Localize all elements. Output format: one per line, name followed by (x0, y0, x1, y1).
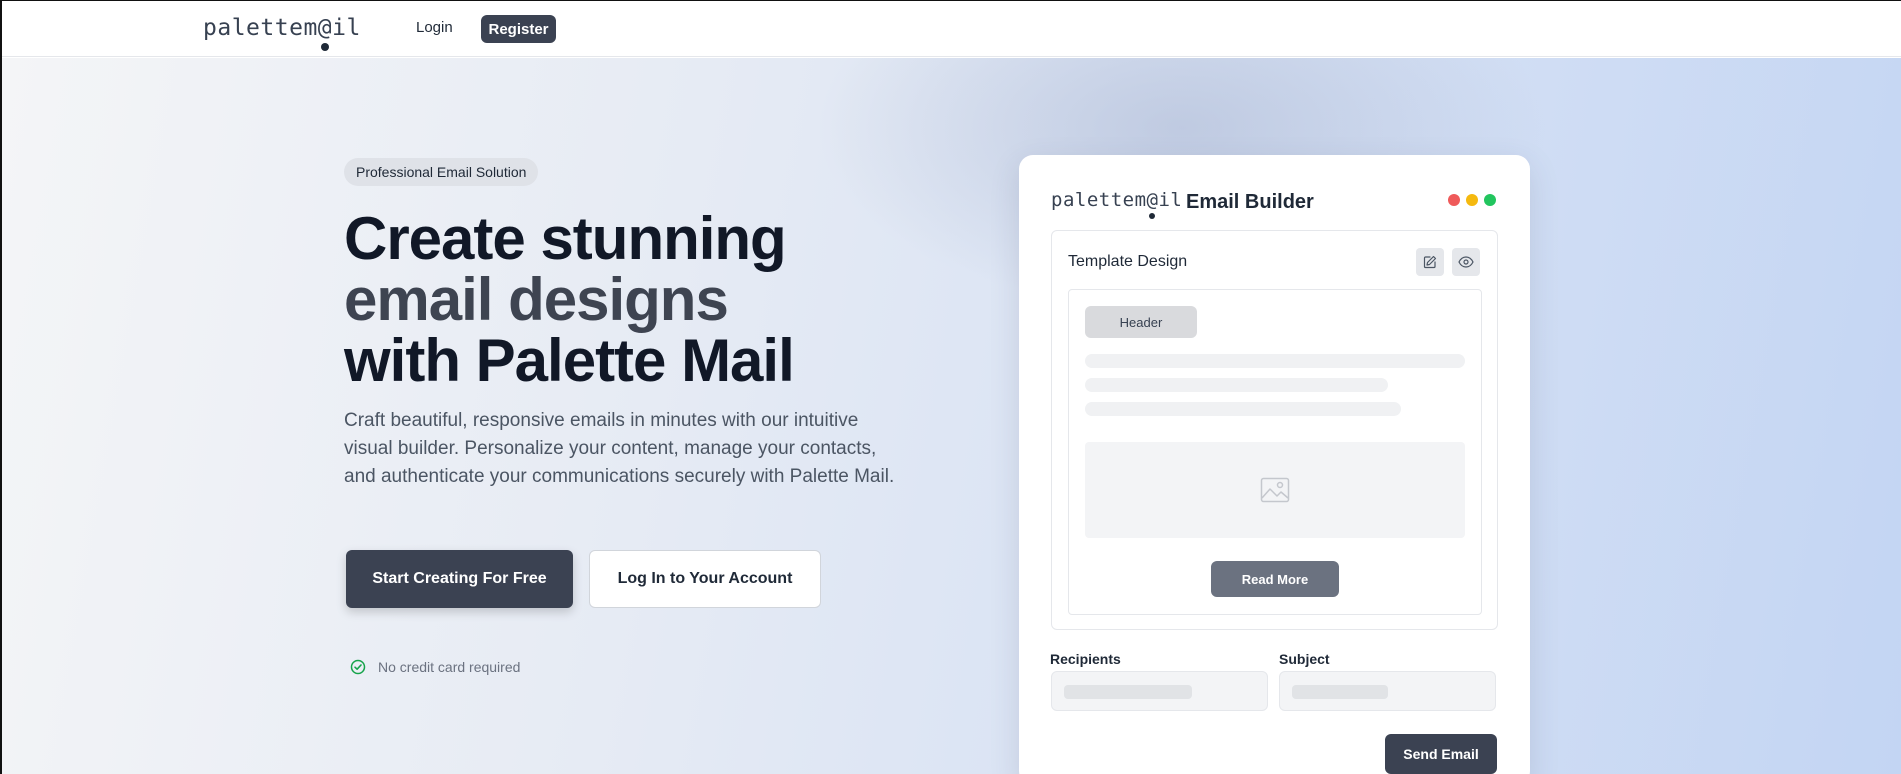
hero-section (2, 58, 1901, 774)
headline-line-3: with Palette Mail (344, 327, 795, 394)
recipients-placeholder-bar (1064, 685, 1192, 699)
text-placeholder-line (1085, 378, 1388, 392)
hero-badge: Professional Email Solution (344, 158, 539, 186)
subject-label: Subject (1279, 651, 1330, 667)
template-design-panel: Template Design Header Read More (1051, 230, 1498, 630)
template-design-title: Template Design (1068, 253, 1188, 270)
builder-logo: palettem@ il (1051, 189, 1182, 219)
check-circle-icon (350, 659, 366, 675)
logo-dot (1148, 213, 1155, 219)
header-chip: Header (1085, 306, 1197, 338)
no-credit-card-text: No credit card required (378, 659, 521, 675)
recipients-field[interactable] (1051, 671, 1268, 711)
window-dots (1448, 194, 1496, 206)
window-dot-yellow (1466, 194, 1478, 206)
hero-headline: Create stunning email designs with Palet… (344, 205, 795, 394)
read-more-button[interactable]: Read More (1211, 561, 1339, 597)
text-placeholder-line (1085, 354, 1465, 368)
headline-line-1: Create stunning (344, 205, 787, 272)
text-placeholder-line (1085, 402, 1401, 416)
send-email-button[interactable]: Send Email (1385, 734, 1497, 774)
top-navbar: palettem@ il Login Register (2, 1, 1901, 57)
recipients-label: Recipients (1050, 651, 1121, 667)
image-icon (1260, 477, 1290, 503)
preview-template-button[interactable] (1452, 248, 1480, 276)
brand-logo[interactable]: palettem@ il (203, 15, 361, 51)
email-builder-card: palettem@ il Email Builder Template Desig… (1019, 155, 1530, 774)
edit-template-button[interactable] (1416, 248, 1444, 276)
login-account-button[interactable]: Log In to Your Account (589, 550, 821, 608)
headline-line-2: email designs (344, 266, 729, 333)
window-dot-green (1484, 194, 1496, 206)
image-placeholder (1085, 442, 1465, 538)
window-dot-red (1448, 194, 1460, 206)
builder-title: Email Builder (1186, 191, 1314, 213)
login-link[interactable]: Login (416, 19, 453, 36)
eye-icon (1458, 256, 1474, 268)
edit-icon (1423, 255, 1437, 269)
register-button[interactable]: Register (481, 15, 556, 43)
start-creating-button[interactable]: Start Creating For Free (346, 550, 573, 608)
hero-description: Craft beautiful, responsive emails in mi… (344, 410, 895, 487)
subject-placeholder-bar (1292, 685, 1388, 699)
subject-field[interactable] (1279, 671, 1496, 711)
email-preview: Header Read More (1068, 289, 1482, 615)
no-credit-card-note: No credit card required (350, 659, 520, 675)
logo-dot (320, 43, 329, 51)
